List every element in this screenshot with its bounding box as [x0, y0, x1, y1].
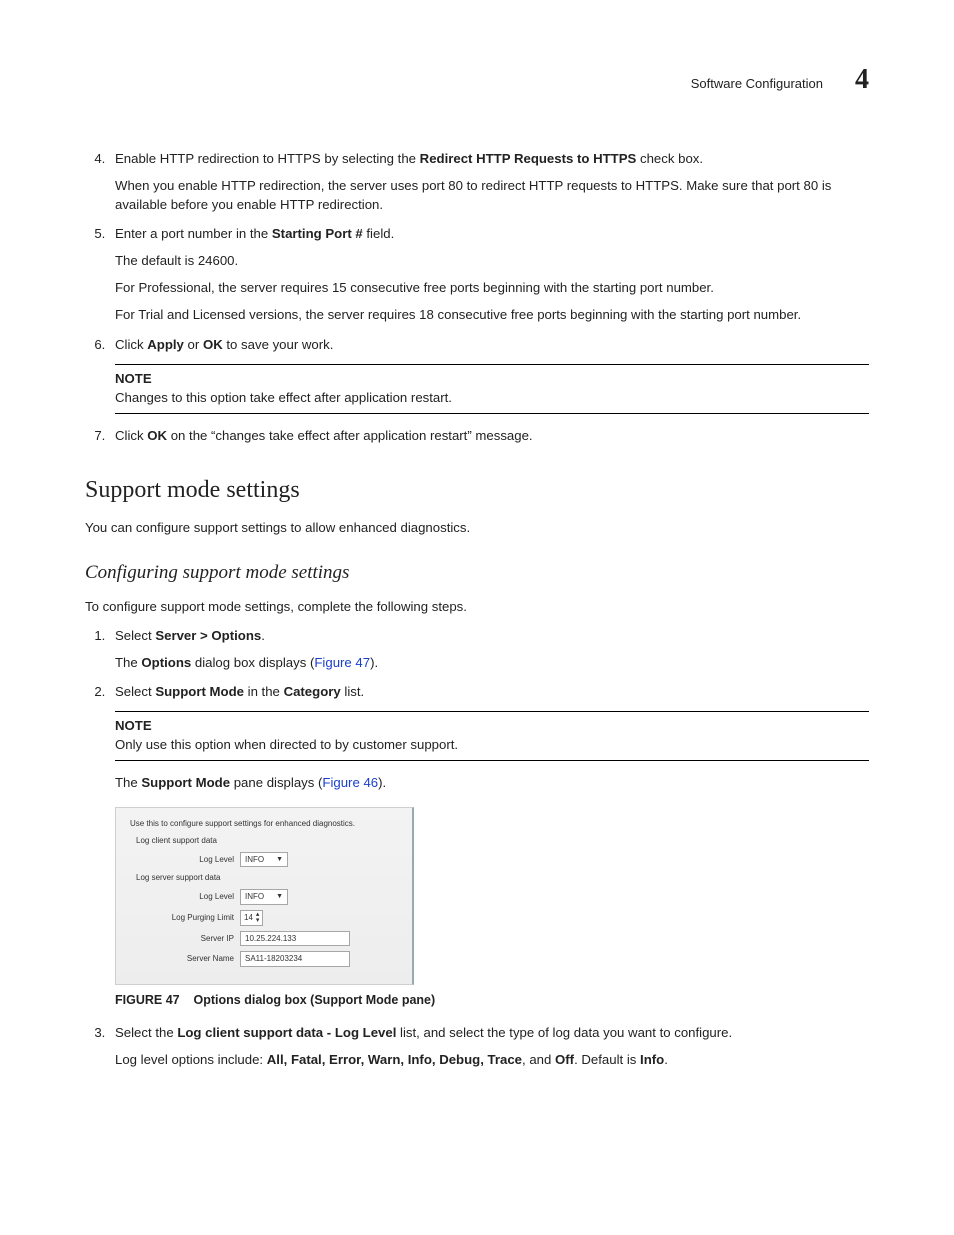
note-body: Changes to this option take effect after… — [115, 388, 869, 407]
client-group-label: Log client support data — [136, 835, 398, 847]
server-log-level-label: Log Level — [150, 891, 234, 903]
procedure-list-continued: Enable HTTP redirection to HTTPS by sele… — [85, 149, 869, 446]
heading-configuring-support-mode: Configuring support mode settings — [85, 559, 869, 587]
step-5-para-2: The default is 24600. — [115, 251, 869, 270]
support-step-3-text: Select the Log client support data - Log… — [115, 1025, 732, 1040]
figure-caption: FIGURE 47 Options dialog box (Support Mo… — [115, 991, 869, 1009]
figure-caption-text: Options dialog box (Support Mode pane) — [194, 993, 436, 1007]
spinner-arrows-icon: ▴▾ — [256, 912, 260, 924]
figure-label: FIGURE 47 — [115, 993, 180, 1007]
support-step-1-para-2: The Options dialog box displays (Figure … — [115, 653, 869, 672]
step-5-para-3: For Professional, the server requires 15… — [115, 278, 869, 297]
server-ip-field[interactable]: 10.25.224.133 — [240, 931, 350, 947]
server-ip-label: Server IP — [150, 933, 234, 945]
step-6-note: NOTE Changes to this option take effect … — [115, 364, 869, 414]
step-6-text: Click Apply or OK to save your work. — [115, 337, 333, 352]
log-purging-limit-label: Log Purging Limit — [150, 912, 234, 924]
step-5: Enter a port number in the Starting Port… — [109, 224, 869, 325]
note-body: Only use this option when directed to by… — [115, 735, 869, 754]
options-dialog-support-mode-pane: Use this to configure support settings f… — [115, 807, 414, 985]
step-5-text: Enter a port number in the Starting Port… — [115, 226, 394, 241]
server-name-label: Server Name — [150, 953, 234, 965]
figure-47-link[interactable]: Figure 47 — [314, 655, 370, 670]
step-6: Click Apply or OK to save your work. NOT… — [109, 335, 869, 414]
support-step-2: Select Support Mode in the Category list… — [109, 682, 869, 1009]
step-7: Click OK on the “changes take effect aft… — [109, 426, 869, 445]
figure-46-link[interactable]: Figure 46 — [322, 775, 378, 790]
support-step-1: Select Server > Options. The Options dia… — [109, 626, 869, 672]
step-4: Enable HTTP redirection to HTTPS by sele… — [109, 149, 869, 214]
chevron-down-icon: ▼ — [276, 855, 283, 865]
step-5-para-4: For Trial and Licensed versions, the ser… — [115, 305, 869, 324]
support-step-3: Select the Log client support data - Log… — [109, 1023, 869, 1069]
step-4-text: Enable HTTP redirection to HTTPS by sele… — [115, 151, 703, 166]
log-purging-limit-spinner[interactable]: 14 ▴▾ — [240, 910, 263, 926]
note-label: NOTE — [115, 369, 869, 388]
support-step-2-para-2: The Support Mode pane displays (Figure 4… — [115, 773, 869, 792]
header-title: Software Configuration — [691, 75, 823, 94]
intro-para-support: You can configure support settings to al… — [85, 518, 869, 537]
procedure-list-support: Select Server > Options. The Options dia… — [85, 626, 869, 1069]
chevron-down-icon: ▼ — [276, 892, 283, 902]
heading-support-mode-settings: Support mode settings — [85, 473, 869, 508]
support-step-3-para-2: Log level options include: All, Fatal, E… — [115, 1050, 869, 1069]
support-step-1-text: Select Server > Options. — [115, 628, 265, 643]
note-label: NOTE — [115, 716, 869, 735]
server-name-field[interactable]: SA11-18203234 — [240, 951, 350, 967]
chapter-number: 4 — [855, 60, 869, 101]
dialog-description: Use this to configure support settings f… — [130, 818, 398, 830]
support-step-2-note: NOTE Only use this option when directed … — [115, 711, 869, 761]
step-7-text: Click OK on the “changes take effect aft… — [115, 428, 533, 443]
server-group-label: Log server support data — [136, 872, 398, 884]
step-4-para-2: When you enable HTTP redirection, the se… — [115, 176, 869, 214]
server-log-level-select[interactable]: INFO ▼ — [240, 889, 288, 905]
support-step-2-text: Select Support Mode in the Category list… — [115, 684, 364, 699]
running-header: Software Configuration 4 — [85, 60, 869, 101]
client-log-level-select[interactable]: INFO ▼ — [240, 852, 288, 868]
intro-para-configuring: To configure support mode settings, comp… — [85, 597, 869, 616]
client-log-level-label: Log Level — [150, 854, 234, 866]
